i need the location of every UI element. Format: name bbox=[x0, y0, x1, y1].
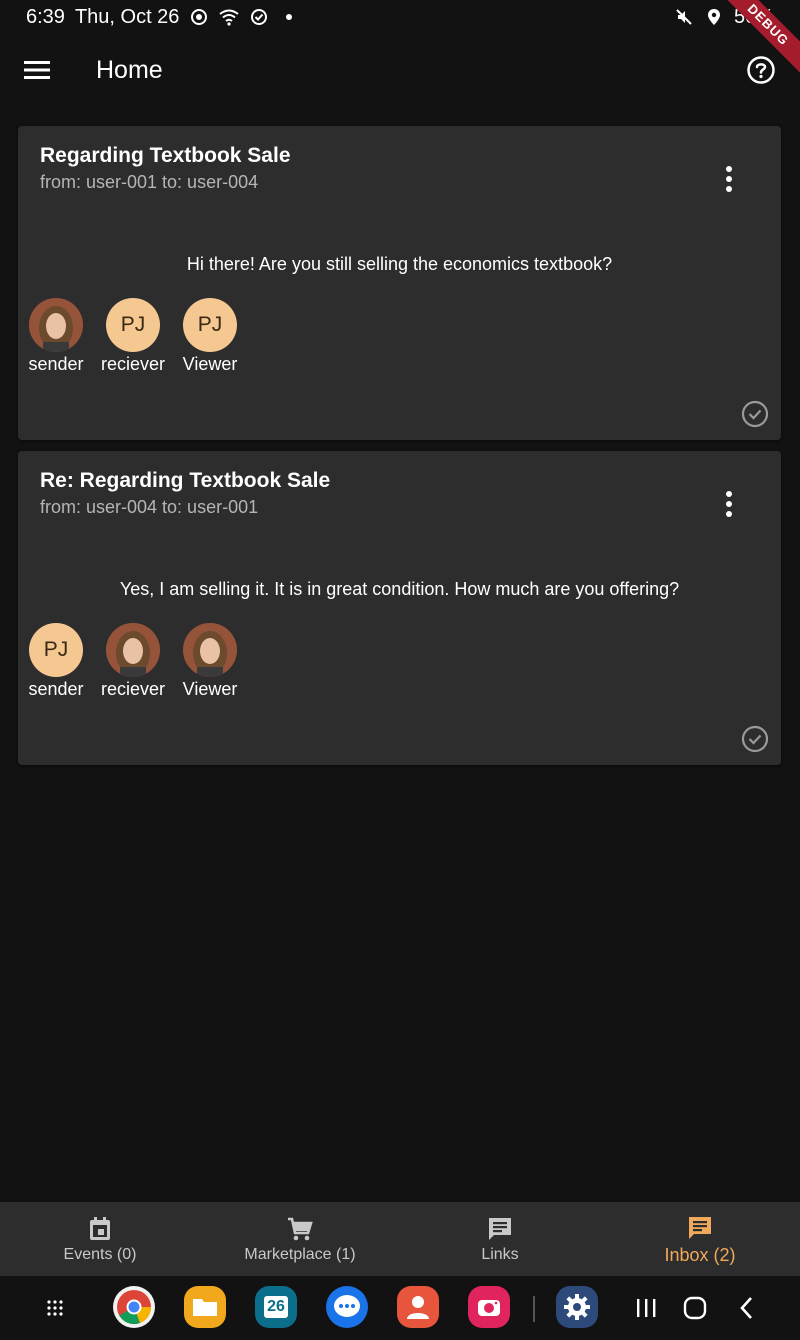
calendar-app-icon[interactable]: 26 bbox=[255, 1286, 297, 1328]
nav-links[interactable]: Links bbox=[400, 1202, 600, 1276]
message-from-to: from: user-001 to: user-004 bbox=[40, 172, 259, 192]
page-title: Home bbox=[96, 55, 163, 84]
chat-icon bbox=[489, 1218, 511, 1240]
check-circle-status-icon bbox=[249, 7, 269, 27]
avatar: PJ bbox=[183, 298, 237, 352]
participant-sender: sender bbox=[18, 298, 94, 375]
avatar: PJ bbox=[29, 623, 83, 677]
participants: sender PJ reciever PJ Viewer bbox=[18, 298, 248, 375]
participant-label: sender bbox=[28, 679, 84, 699]
files-folder-icon[interactable] bbox=[184, 1286, 226, 1328]
sync-icon bbox=[189, 7, 209, 27]
nav-events-label: Events (0) bbox=[63, 1246, 137, 1263]
recent-apps-icon[interactable] bbox=[632, 1294, 660, 1322]
calendar-icon bbox=[90, 1217, 110, 1240]
messages-icon[interactable] bbox=[326, 1286, 368, 1328]
home-icon[interactable] bbox=[681, 1294, 709, 1322]
participant-receiver: PJ reciever bbox=[95, 298, 171, 375]
app-drawer-icon[interactable] bbox=[41, 1294, 69, 1322]
avatar bbox=[106, 623, 160, 677]
back-icon[interactable] bbox=[732, 1294, 760, 1322]
location-icon bbox=[704, 7, 724, 27]
message-from-to: from: user-004 to: user-001 bbox=[40, 497, 259, 517]
more-vert-icon[interactable] bbox=[721, 491, 737, 517]
read-check-icon[interactable] bbox=[741, 725, 769, 753]
participants: PJ sender reciever Viewer bbox=[18, 623, 248, 700]
nav-links-label: Links bbox=[481, 1246, 519, 1263]
status-date: Thu, Oct 26 bbox=[74, 5, 180, 28]
help-circle-icon[interactable] bbox=[746, 55, 776, 85]
message-body: Yes, I am selling it. It is in great con… bbox=[119, 579, 680, 599]
participant-label: Viewer bbox=[182, 354, 238, 374]
chrome-icon[interactable] bbox=[113, 1286, 155, 1328]
more-vert-icon[interactable] bbox=[721, 166, 737, 192]
nav-marketplace-label: Marketplace (1) bbox=[244, 1246, 356, 1263]
avatar: PJ bbox=[106, 298, 160, 352]
settings-gear-icon[interactable] bbox=[556, 1286, 598, 1328]
message-title: Re: Regarding Textbook Sale bbox=[40, 469, 331, 492]
participant-viewer: PJ Viewer bbox=[172, 298, 248, 375]
avatar bbox=[183, 623, 237, 677]
participant-sender: PJ sender bbox=[18, 623, 94, 700]
system-navigation-bar: 26 bbox=[0, 1276, 800, 1340]
chat-icon bbox=[689, 1216, 711, 1239]
dock-divider bbox=[533, 1296, 535, 1322]
camera-icon[interactable] bbox=[468, 1286, 510, 1328]
shopping-cart-icon bbox=[288, 1217, 313, 1241]
calendar-day: 26 bbox=[264, 1296, 288, 1318]
contacts-icon[interactable] bbox=[397, 1286, 439, 1328]
bottom-navigation: Events (0) Marketplace (1) Links Inbox (… bbox=[0, 1202, 800, 1276]
message-card[interactable]: Re: Regarding Textbook Sale from: user-0… bbox=[18, 451, 781, 765]
participant-viewer: Viewer bbox=[172, 623, 248, 700]
nav-inbox[interactable]: Inbox (2) bbox=[600, 1202, 800, 1276]
message-title: Regarding Textbook Sale bbox=[40, 144, 291, 167]
participant-receiver: reciever bbox=[95, 623, 171, 700]
nav-marketplace[interactable]: Marketplace (1) bbox=[200, 1202, 400, 1276]
app-bar: Home bbox=[0, 34, 800, 106]
nav-inbox-label: Inbox (2) bbox=[664, 1244, 736, 1265]
hamburger-menu-icon[interactable] bbox=[24, 60, 50, 80]
participant-label: sender bbox=[28, 354, 84, 374]
status-bar: 6:39 Thu, Oct 26 50% bbox=[0, 0, 800, 34]
status-time: 6:39 bbox=[26, 5, 65, 28]
notification-dot-icon bbox=[279, 7, 299, 27]
avatar bbox=[29, 298, 83, 352]
read-check-icon[interactable] bbox=[741, 400, 769, 428]
message-card[interactable]: Regarding Textbook Sale from: user-001 t… bbox=[18, 126, 781, 440]
participant-label: Viewer bbox=[182, 679, 238, 699]
participant-label: reciever bbox=[100, 679, 166, 699]
nav-events[interactable]: Events (0) bbox=[0, 1202, 200, 1276]
mute-icon bbox=[674, 7, 694, 27]
participant-label: reciever bbox=[100, 354, 166, 374]
wifi-icon bbox=[219, 7, 240, 27]
message-body: Hi there! Are you still selling the econ… bbox=[186, 254, 613, 274]
